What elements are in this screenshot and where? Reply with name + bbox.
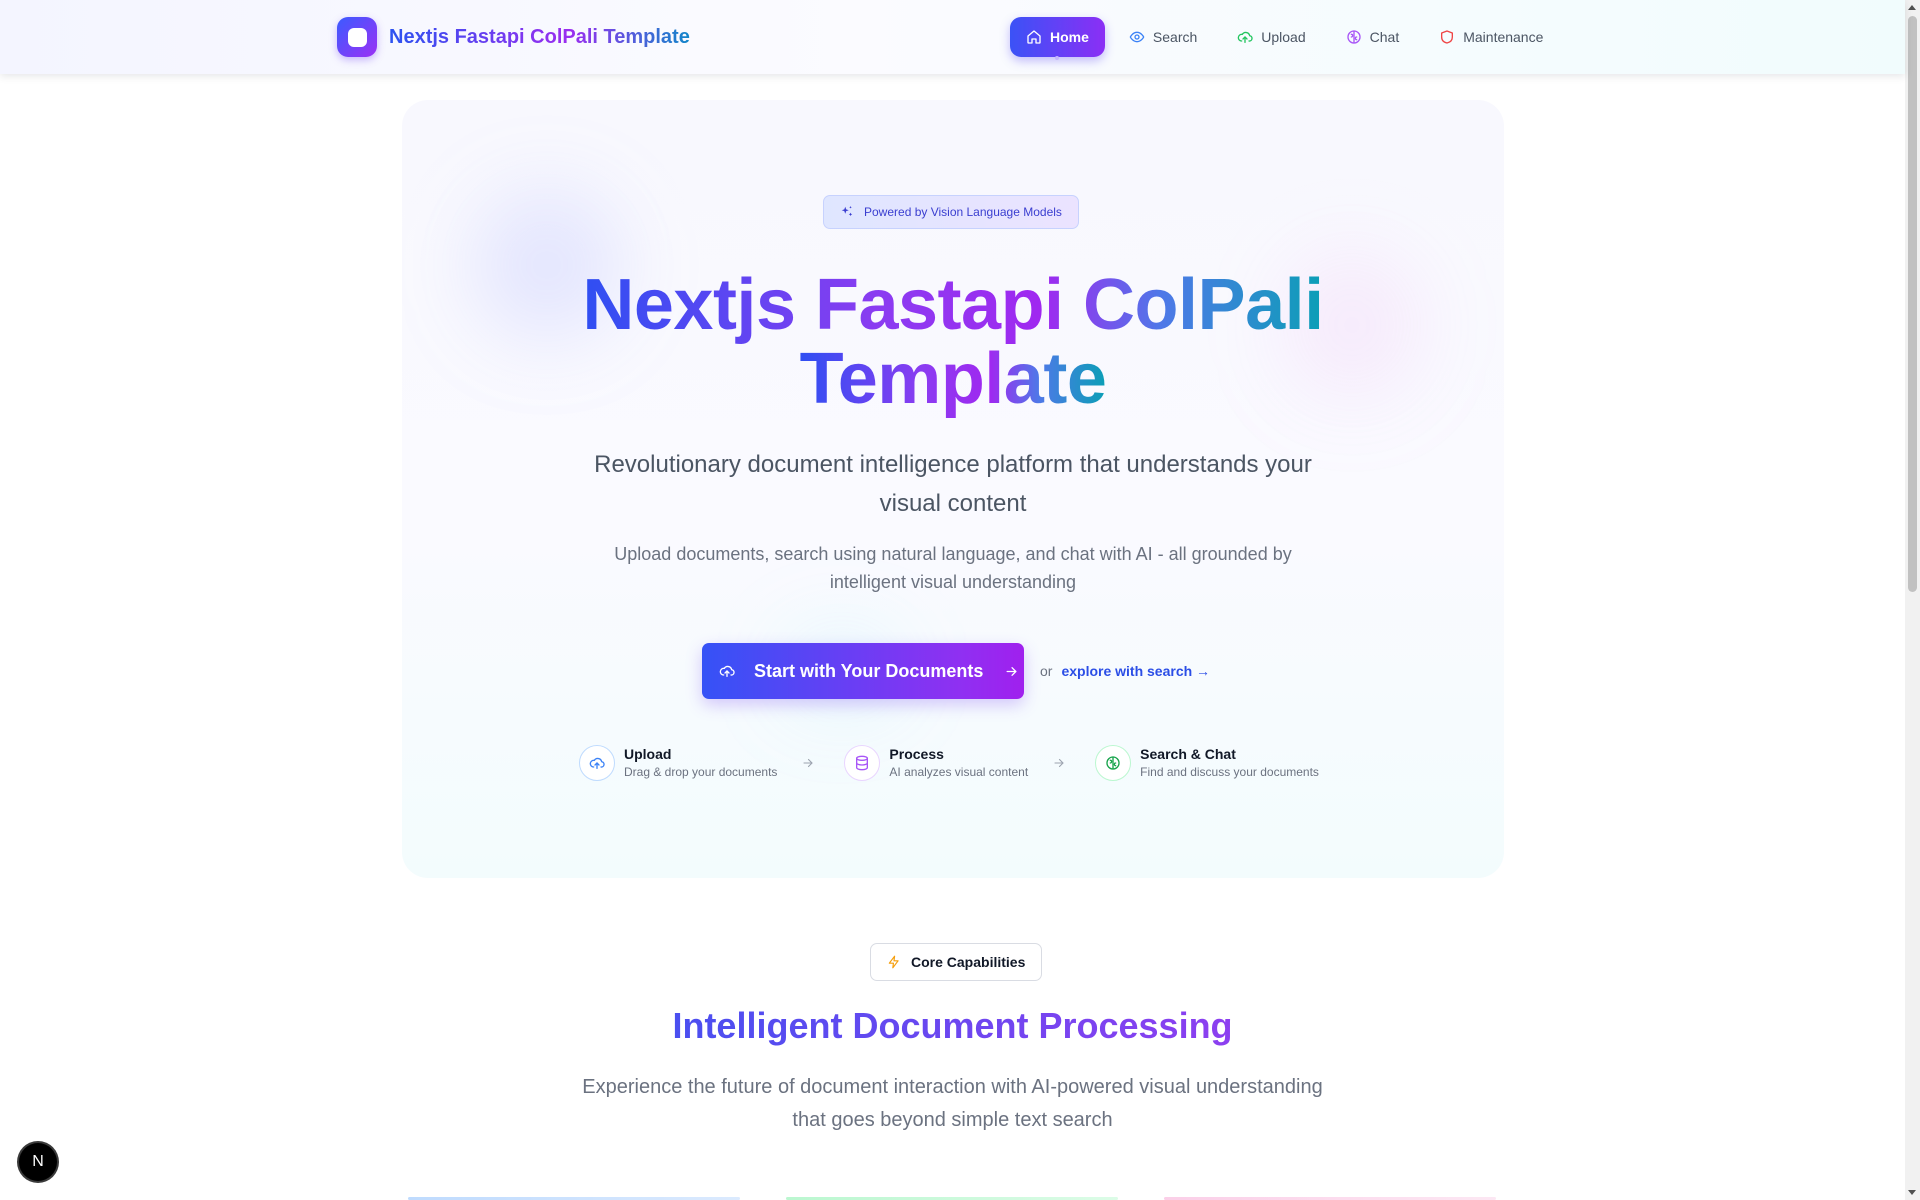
step-title: Upload [624, 745, 672, 762]
hero-title-line1: Nextjs Fastapi ColPali [582, 265, 1324, 345]
step-icon-circle [844, 745, 881, 781]
home-icon [1027, 30, 1041, 44]
lightning-icon [888, 955, 899, 969]
workflow-steps: Upload Drag & drop your documents Proces… [579, 745, 1319, 781]
or-text: or [1040, 663, 1053, 679]
core-capabilities-label: Core Capabilities [911, 954, 1026, 970]
nextjs-dev-badge[interactable]: N [19, 1143, 57, 1181]
nav-search[interactable]: Search [1113, 17, 1213, 57]
eye-icon [1129, 31, 1145, 43]
step-icon-circle [1095, 745, 1132, 781]
top-navbar: Nextjs Fastapi ColPali Template Home Sea… [0, 0, 1905, 74]
step-title: Process [889, 745, 944, 762]
step-desc: Drag & drop your documents [624, 764, 778, 779]
cta-row: Start with Your Documents or explore wit… [702, 643, 1210, 699]
step-upload: Upload Drag & drop your documents [579, 745, 777, 781]
core-capabilities-badge: Core Capabilities [870, 943, 1043, 981]
capabilities-description: Experience the future of document intera… [582, 1076, 1323, 1131]
powered-by-text: Powered by Vision Language Models [864, 205, 1062, 219]
nav-chat-label: Chat [1369, 29, 1400, 45]
capabilities-title-text: Intelligent Document Processing [672, 1005, 1233, 1046]
arrow-right-icon [1054, 758, 1064, 768]
nav-maintenance[interactable]: Maintenance [1423, 17, 1559, 57]
step-icon-circle [579, 745, 615, 781]
hero-title-line2: Template [799, 339, 1107, 419]
page-scrollbar[interactable] [1905, 0, 1920, 1200]
step-desc: Find and discuss your documents [1140, 764, 1319, 779]
hero-subtitle: Revolutionary document intelligence plat… [594, 451, 1312, 517]
nav-maintenance-label: Maintenance [1463, 29, 1544, 45]
nav-home[interactable]: Home [1010, 17, 1105, 57]
cloud-upload-icon [1237, 31, 1253, 43]
hero-description: Upload documents, search using natural l… [614, 544, 1292, 592]
hero-title: Nextjs Fastapi ColPali Template [402, 268, 1504, 416]
brand-logo-icon [337, 17, 377, 57]
nav-home-label: Home [1050, 29, 1089, 45]
nav-chat[interactable]: Chat [1330, 17, 1416, 57]
sparkles-icon [841, 206, 853, 217]
arrow-right-icon [1006, 666, 1017, 676]
upload-icon [589, 757, 605, 769]
cta-label: Start with Your Documents [754, 660, 984, 681]
scroll-down-arrow-icon[interactable] [1908, 1190, 1916, 1195]
brain-icon [1346, 30, 1361, 44]
hero-section: Powered by Vision Language Models Nextjs… [402, 100, 1504, 878]
step-process: Process AI analyzes visual content [844, 745, 1028, 781]
scrollbar-thumb[interactable] [1908, 16, 1917, 592]
brand[interactable]: Nextjs Fastapi ColPali Template [337, 17, 690, 57]
brand-name: Nextjs Fastapi ColPali Template [389, 25, 690, 48]
main-nav: Home Search Upload Chat Maintenance [1010, 17, 1559, 57]
step-search-chat: Search & Chat Find and discuss your docu… [1095, 745, 1319, 781]
database-icon [856, 755, 869, 771]
brain-icon [1106, 756, 1120, 770]
scroll-up-arrow-icon[interactable] [1908, 5, 1916, 10]
nav-upload[interactable]: Upload [1221, 17, 1321, 57]
nav-search-label: Search [1152, 29, 1198, 45]
start-with-documents-button[interactable]: Start with Your Documents [702, 643, 1024, 699]
nav-upload-label: Upload [1261, 29, 1306, 45]
arrow-right-icon [803, 758, 813, 768]
explore-with-search-link[interactable]: explore with search → [1061, 663, 1210, 679]
step-desc: AI analyzes visual content [889, 764, 1029, 779]
capabilities-title: Intelligent Document Processing [0, 1005, 1905, 1047]
shield-icon [1441, 30, 1454, 44]
step-title: Search & Chat [1140, 745, 1236, 762]
powered-by-badge: Powered by Vision Language Models [823, 195, 1079, 229]
cloud-upload-icon [719, 665, 735, 677]
